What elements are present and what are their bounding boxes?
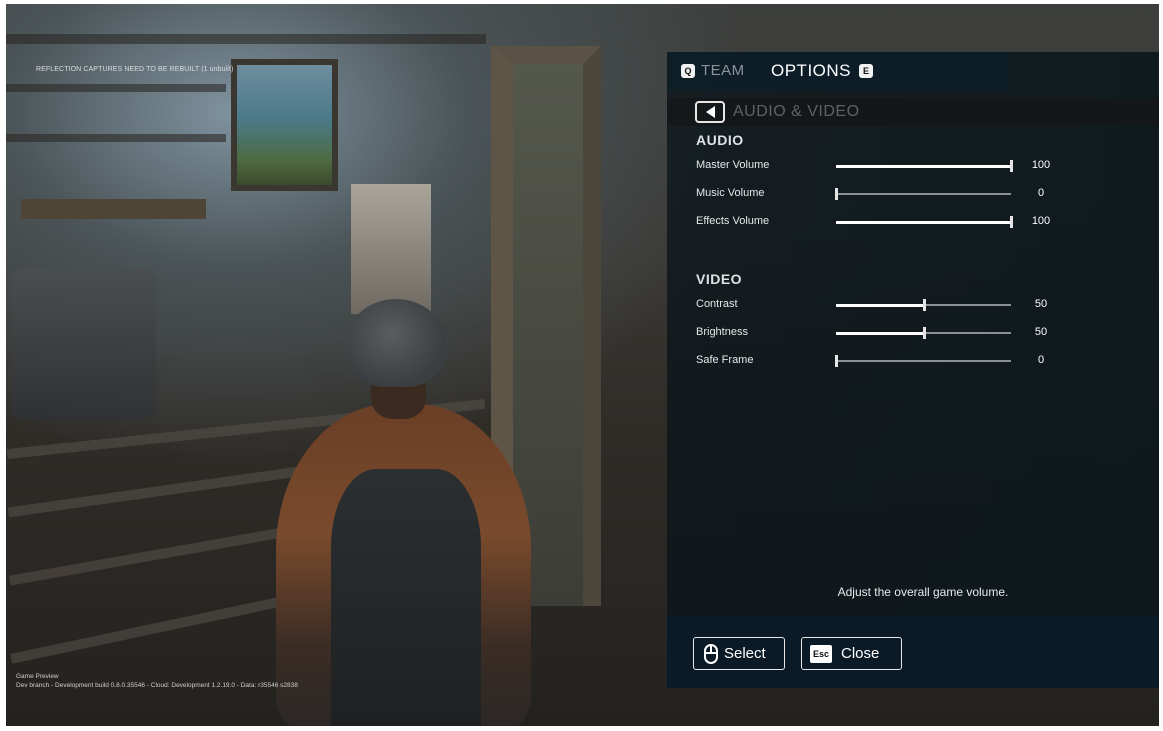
setting-value: 100 <box>1031 215 1051 227</box>
setting-label: Master Volume <box>696 159 770 171</box>
tab-team[interactable]: Q TEAM <box>681 62 745 79</box>
character-cap <box>346 299 446 387</box>
close-button[interactable]: Esc Close <box>801 637 902 670</box>
tab-options-label: OPTIONS <box>771 61 852 80</box>
cabin-window <box>231 59 338 191</box>
build-info: Game Preview Dev branch - Development bu… <box>16 672 298 690</box>
build-info-line1: Game Preview <box>16 673 59 680</box>
setting-row-safe-frame[interactable]: Safe Frame 0 <box>696 352 1056 372</box>
tabs-bar: Q TEAM OPTIONS E <box>667 52 1007 90</box>
setting-value: 0 <box>1037 187 1045 199</box>
slider-thumb[interactable] <box>922 327 926 339</box>
slider-thumb[interactable] <box>922 299 926 311</box>
game-viewport: REFLECTION CAPTURES NEED TO BE REBUILT (… <box>6 4 1159 726</box>
music-volume-slider[interactable] <box>835 188 1011 200</box>
setting-row-music-volume[interactable]: Music Volume 0 <box>696 185 1056 205</box>
setting-value: 0 <box>1037 354 1045 366</box>
options-panel: Q TEAM OPTIONS E AUDIO & VIDEO AUDIO Mas… <box>667 52 1159 688</box>
video-section-title: VIDEO <box>696 271 743 287</box>
select-button[interactable]: Select <box>693 637 785 670</box>
setting-label: Safe Frame <box>696 354 754 366</box>
wall-plank <box>6 134 226 142</box>
master-volume-slider[interactable] <box>836 160 1013 172</box>
help-text: Adjust the overall game volume. <box>837 585 1009 599</box>
setting-row-contrast[interactable]: Contrast 50 <box>696 296 1056 316</box>
wall-plank <box>6 84 226 92</box>
subheader: AUDIO & VIDEO <box>667 98 1159 126</box>
setting-label: Brightness <box>696 326 748 338</box>
armchair <box>11 269 156 419</box>
setting-label: Effects Volume <box>696 215 770 227</box>
setting-value: 100 <box>1031 159 1051 171</box>
setting-value: 50 <box>1034 298 1048 310</box>
audio-section-title: AUDIO <box>696 132 744 148</box>
mouse-icon <box>704 643 718 664</box>
e-key-icon: E <box>859 64 874 78</box>
close-label: Close <box>841 645 880 662</box>
back-arrow-icon <box>705 106 715 118</box>
contrast-slider[interactable] <box>836 299 1011 311</box>
slider-fill <box>836 303 924 307</box>
player-character <box>276 299 531 726</box>
wall-plank <box>6 34 486 44</box>
build-info-line2: Dev branch - Development build 0.8.0.355… <box>16 682 298 689</box>
page-title: AUDIO & VIDEO <box>733 103 860 120</box>
cabinet <box>351 184 431 314</box>
setting-row-brightness[interactable]: Brightness 50 <box>696 324 1056 344</box>
q-key-icon: Q <box>681 63 695 78</box>
debug-warning: REFLECTION CAPTURES NEED TO BE REBUILT (… <box>36 66 234 73</box>
table <box>21 199 206 219</box>
setting-row-master-volume[interactable]: Master Volume 100 <box>696 157 1056 177</box>
slider-fill <box>836 164 1011 168</box>
effects-volume-slider[interactable] <box>836 216 1013 228</box>
slider-thumb[interactable] <box>835 188 838 200</box>
footer-bar: Select Esc Close <box>667 616 1159 688</box>
back-button[interactable] <box>695 101 725 123</box>
setting-value: 50 <box>1034 326 1048 338</box>
safe-frame-slider[interactable] <box>835 355 1011 367</box>
slider-fill <box>836 220 1011 224</box>
setting-row-effects-volume[interactable]: Effects Volume 100 <box>696 213 1056 233</box>
setting-label: Music Volume <box>696 187 765 199</box>
slider-fill <box>836 331 924 335</box>
setting-label: Contrast <box>696 298 738 310</box>
tab-options[interactable]: OPTIONS E <box>771 61 874 81</box>
slider-thumb[interactable] <box>835 355 838 367</box>
tab-team-label: TEAM <box>701 62 745 79</box>
esc-key-icon: Esc <box>810 644 833 663</box>
slider-thumb[interactable] <box>1010 160 1013 172</box>
select-label: Select <box>724 645 766 662</box>
brightness-slider[interactable] <box>836 327 1011 339</box>
character-vest <box>331 469 481 726</box>
slider-thumb[interactable] <box>1010 216 1013 228</box>
